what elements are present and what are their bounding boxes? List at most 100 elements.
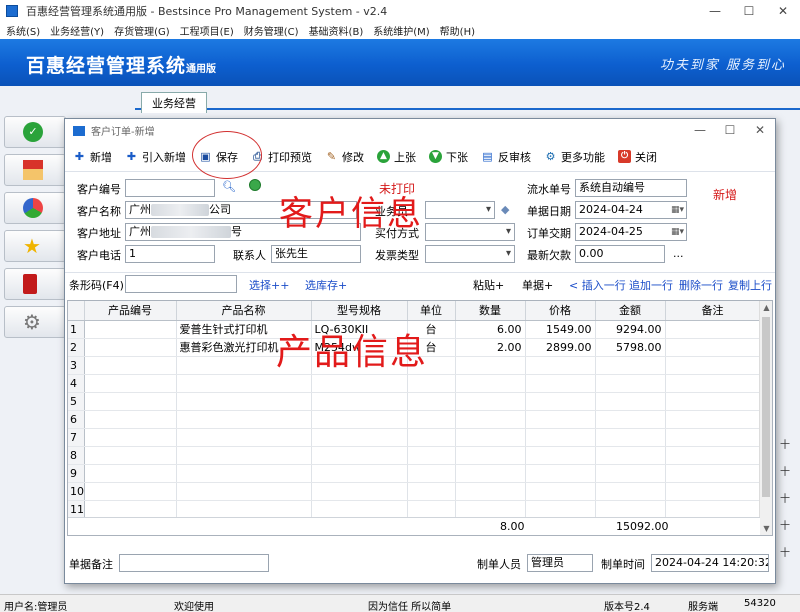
menu-maintenance[interactable]: 系统维护(M) xyxy=(373,23,429,38)
grid-cell[interactable] xyxy=(84,320,177,339)
table-row[interactable]: 5 xyxy=(68,392,761,411)
nav-sales[interactable] xyxy=(4,154,66,186)
copy-row-link[interactable]: 复制上行 xyxy=(728,277,772,293)
table-row[interactable]: 9 xyxy=(68,464,761,483)
grid-cell[interactable]: 2899.00 xyxy=(525,338,596,357)
grid-header-cell[interactable]: 价格 xyxy=(525,301,596,321)
tab-business[interactable]: 业务经营 xyxy=(141,92,207,113)
grid-cell[interactable] xyxy=(595,464,666,483)
grid-cell[interactable] xyxy=(525,446,596,465)
grid-cell[interactable] xyxy=(84,338,177,357)
delete-row-link[interactable]: 删除一行 xyxy=(679,277,723,293)
grid-cell[interactable] xyxy=(311,374,408,393)
nav-business[interactable]: ✓ xyxy=(4,116,66,148)
table-row[interactable]: 4 xyxy=(68,374,761,393)
close-dialog-button[interactable]: ⏻ 关闭 xyxy=(618,149,657,165)
grid-header-cell[interactable]: 金额 xyxy=(595,301,666,321)
grid-cell[interactable] xyxy=(525,428,596,447)
grid-cell[interactable] xyxy=(84,374,177,393)
grid-cell[interactable] xyxy=(665,338,761,357)
grid-cell[interactable] xyxy=(455,356,526,375)
grid-cell[interactable] xyxy=(84,428,177,447)
grid-cell[interactable] xyxy=(311,428,408,447)
grid-header-cell[interactable] xyxy=(68,301,85,321)
menu-project[interactable]: 工程项目(E) xyxy=(180,23,234,38)
dialog-minimize-button[interactable]: — xyxy=(685,119,715,142)
grid-cell[interactable] xyxy=(665,500,761,519)
dialog-maximize-button[interactable]: ☐ xyxy=(715,119,745,142)
table-row[interactable]: 6 xyxy=(68,410,761,429)
grid-cell[interactable] xyxy=(595,500,666,519)
grid-cell[interactable] xyxy=(525,410,596,429)
grid-cell[interactable] xyxy=(525,374,596,393)
grid-cell[interactable] xyxy=(176,392,312,411)
remark-field[interactable] xyxy=(119,554,269,572)
grid-cell[interactable] xyxy=(455,482,526,501)
grid-cell[interactable] xyxy=(407,464,456,483)
grid-cell[interactable] xyxy=(176,374,312,393)
grid-cell[interactable] xyxy=(525,482,596,501)
grid-cell[interactable] xyxy=(525,500,596,519)
grid-cell[interactable] xyxy=(407,374,456,393)
grid-cell[interactable] xyxy=(176,464,312,483)
grid-header-cell[interactable]: 产品名称 xyxy=(176,301,312,321)
dialog-close-button[interactable]: ✕ xyxy=(745,119,775,142)
grid-cell[interactable] xyxy=(176,482,312,501)
grid-cell[interactable] xyxy=(84,410,177,429)
grid-cell[interactable] xyxy=(455,446,526,465)
delivery-date-picker[interactable]: 2024-04-25 xyxy=(575,223,687,241)
nav-system[interactable]: ⚙ xyxy=(4,306,66,338)
customer-phone-field[interactable]: 1 xyxy=(125,245,215,263)
grid-header-cell[interactable]: 产品编号 xyxy=(84,301,177,321)
menu-inventory[interactable]: 存货管理(G) xyxy=(114,23,170,38)
insert-row-link[interactable]: < 插入一行 xyxy=(569,277,626,293)
menu-help[interactable]: 帮助(H) xyxy=(440,23,475,38)
grid-cell[interactable] xyxy=(665,374,761,393)
grid-cell[interactable] xyxy=(665,356,761,375)
grid-cell[interactable] xyxy=(176,410,312,429)
nav-finance[interactable]: ★ xyxy=(4,230,66,262)
grid-cell[interactable] xyxy=(84,464,177,483)
grid-cell[interactable] xyxy=(84,482,177,501)
grid-cell[interactable] xyxy=(311,464,408,483)
paste-button[interactable]: 粘贴+ xyxy=(473,277,504,293)
more-dots[interactable]: ... xyxy=(673,247,684,260)
select-more-link[interactable]: 选择++ xyxy=(249,277,289,293)
grid-cell[interactable] xyxy=(665,446,761,465)
grid-cell[interactable] xyxy=(84,500,177,519)
grid-cell[interactable] xyxy=(407,500,456,519)
nav-basic[interactable] xyxy=(4,268,66,300)
grid-scrollbar[interactable]: ▲ ▼ xyxy=(759,301,772,535)
menu-basic-data[interactable]: 基础资料(B) xyxy=(309,23,364,38)
import-new-button[interactable]: ✚ 引入新增 xyxy=(125,149,186,165)
grid-cell[interactable] xyxy=(407,428,456,447)
scroll-up-icon[interactable]: ▲ xyxy=(760,303,772,312)
maximize-button[interactable]: ☐ xyxy=(732,0,766,22)
salesman-select[interactable] xyxy=(425,201,495,219)
grid-cell[interactable] xyxy=(455,410,526,429)
search-icon[interactable]: 🔍︎ xyxy=(222,180,236,193)
menu-system[interactable]: 系统(S) xyxy=(6,23,40,38)
print-preview-button[interactable]: ⎙ 打印预览 xyxy=(251,149,312,165)
minimize-button[interactable]: — xyxy=(698,0,732,22)
grid-cell[interactable] xyxy=(665,428,761,447)
grid-cell[interactable] xyxy=(311,482,408,501)
more-functions-button[interactable]: ⚙ 更多功能 xyxy=(544,149,605,165)
barcode-input[interactable] xyxy=(125,275,237,293)
append-row-link[interactable]: 追加一行 xyxy=(629,277,673,293)
grid-cell[interactable] xyxy=(176,500,312,519)
scroll-thumb[interactable] xyxy=(762,317,770,497)
next-button[interactable]: ▼ 下张 xyxy=(429,149,468,165)
customer-no-field[interactable] xyxy=(125,179,215,197)
grid-cell[interactable] xyxy=(311,500,408,519)
grid-cell[interactable] xyxy=(407,482,456,501)
doc-date-picker[interactable]: 2024-04-24 xyxy=(575,201,687,219)
grid-cell[interactable] xyxy=(665,392,761,411)
grid-cell[interactable] xyxy=(665,482,761,501)
table-row[interactable]: 8 xyxy=(68,446,761,465)
grid-cell[interactable] xyxy=(595,392,666,411)
menu-finance[interactable]: 财务管理(C) xyxy=(244,23,299,38)
grid-cell[interactable] xyxy=(407,410,456,429)
grid-cell[interactable] xyxy=(525,356,596,375)
grid-cell[interactable] xyxy=(595,446,666,465)
